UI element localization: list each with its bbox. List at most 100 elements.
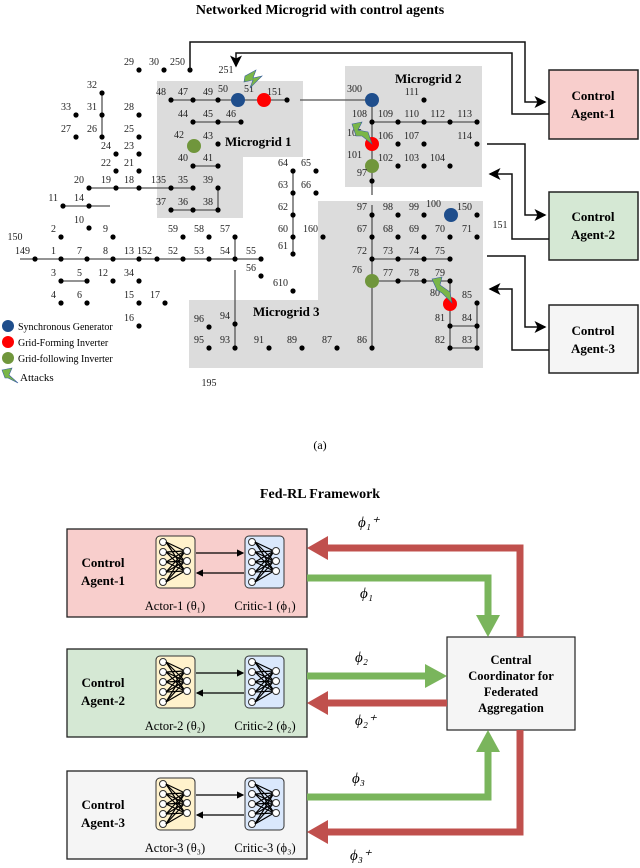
- bus-label: 195: [202, 378, 217, 389]
- bus-label: 6: [77, 290, 82, 301]
- fed-agent-1: Control Agent-1 Actor-1 (θ₁) Critic-1 (ϕ₁): [66, 528, 308, 618]
- bus-node: [334, 345, 340, 351]
- phi1: ϕ₁: [360, 586, 373, 602]
- bus-node: [99, 90, 105, 96]
- bus-node: [84, 278, 90, 284]
- bus-node: [447, 119, 453, 125]
- bus-node: [395, 119, 401, 125]
- bus-node: [113, 185, 119, 191]
- bus-label: 151: [267, 87, 282, 98]
- bus-label: 610: [273, 278, 288, 289]
- bus-node: [136, 278, 142, 284]
- control-agent-1-box: Control Agent-1: [548, 69, 639, 140]
- bus-label: 71: [462, 224, 472, 235]
- bus-label: 31: [87, 102, 97, 113]
- bus-label: 13: [124, 246, 134, 257]
- microgrid-1-label: Microgrid 1: [225, 134, 292, 149]
- bus-label: 150: [8, 232, 23, 243]
- bus-node: [266, 345, 272, 351]
- bus-label: 151: [493, 220, 508, 231]
- bus-node: [99, 112, 105, 118]
- fed-agent-2: Control Agent-2 Actor-2 (θ₂) Critic-2 (ϕ₂): [66, 648, 308, 738]
- bus-node: [110, 278, 116, 284]
- bus-node: [190, 185, 196, 191]
- bus-node: [474, 345, 480, 351]
- bus-label: 37: [156, 197, 166, 208]
- bus-label: 43: [203, 131, 213, 142]
- bus-label: 35: [178, 175, 188, 186]
- bus-node: [84, 300, 90, 306]
- control-agent-3-box: Control Agent-3: [548, 304, 639, 374]
- bus-label: 76: [352, 265, 362, 276]
- critic-network-icon: [244, 655, 285, 709]
- bus-node: [447, 234, 453, 240]
- microgrid-2-label: Microgrid 2: [395, 71, 462, 86]
- bus-node: [60, 203, 66, 209]
- bus-label: 66: [301, 180, 311, 191]
- bus-label: 160: [303, 224, 318, 235]
- diagram: Networked Microgrid with control agents …: [1, 3, 639, 864]
- bus-label: 3: [51, 268, 56, 279]
- bus-label: 85: [462, 290, 472, 301]
- bus-node: [136, 151, 142, 157]
- bus-node: [84, 256, 90, 262]
- bus-label: 23: [124, 141, 134, 152]
- bus-node: [290, 288, 296, 294]
- bus-node: [474, 212, 480, 218]
- bus-node: [58, 278, 64, 284]
- bus-node: [215, 97, 221, 103]
- bus-node: [136, 168, 142, 174]
- svg-text:Aggregation: Aggregation: [478, 701, 544, 715]
- agent-1-label-line2: Agent-1: [571, 106, 615, 121]
- legend-label: Synchronous Generator: [18, 322, 113, 333]
- bus-label: 78: [409, 268, 419, 279]
- bus-label: 109: [378, 109, 393, 120]
- bus-node: [369, 256, 375, 262]
- bus-node: [238, 119, 244, 125]
- bus-node: [290, 251, 296, 257]
- upload-arrow-3: [307, 749, 492, 801]
- bus-label: 17: [150, 290, 160, 301]
- bus-node: [290, 190, 296, 196]
- bus-label: 135: [151, 175, 166, 186]
- bus-label: 93: [220, 335, 230, 346]
- bus-label: 98: [383, 202, 393, 213]
- bus-node: [136, 323, 142, 329]
- bus-label: 111: [405, 87, 419, 98]
- bus-label: 99: [409, 202, 419, 213]
- bus-label: 5: [77, 268, 82, 279]
- bus-node: [447, 256, 453, 262]
- bus-label: 86: [357, 335, 367, 346]
- bus-label: 103: [404, 153, 419, 164]
- bus-node: [421, 234, 427, 240]
- bus-node: [232, 321, 238, 327]
- bus-node: [190, 207, 196, 213]
- bus-node: [215, 207, 221, 213]
- critic-network-icon: [244, 535, 285, 589]
- bus-label: 95: [194, 335, 204, 346]
- bus-node: [290, 168, 296, 174]
- bus-node: [154, 256, 160, 262]
- bus-node: [313, 190, 319, 196]
- bus-node: [113, 151, 119, 157]
- bus-label: 25: [124, 124, 134, 135]
- bus-label: 54: [220, 246, 230, 257]
- bus-label: 10: [74, 215, 84, 226]
- bus-node: [447, 278, 453, 284]
- bus-node: [284, 97, 290, 103]
- bus-node: [421, 119, 427, 125]
- bus-node: [73, 112, 79, 118]
- bus-label: 44: [178, 109, 188, 120]
- critic-network-icon: [244, 777, 285, 831]
- bus-label: 72: [357, 246, 367, 257]
- bus-label: 104: [430, 153, 445, 164]
- generator-node: [365, 93, 379, 107]
- bus-label: 101: [347, 150, 362, 161]
- bus-node: [86, 203, 92, 209]
- microgrid-3-label: Microgrid 3: [253, 304, 320, 319]
- bus-node: [58, 234, 64, 240]
- bus-node: [395, 141, 401, 147]
- agent-1-label-line1: Control: [571, 88, 614, 103]
- bus-label: 67: [357, 224, 367, 235]
- actor-network-icon: [155, 535, 196, 589]
